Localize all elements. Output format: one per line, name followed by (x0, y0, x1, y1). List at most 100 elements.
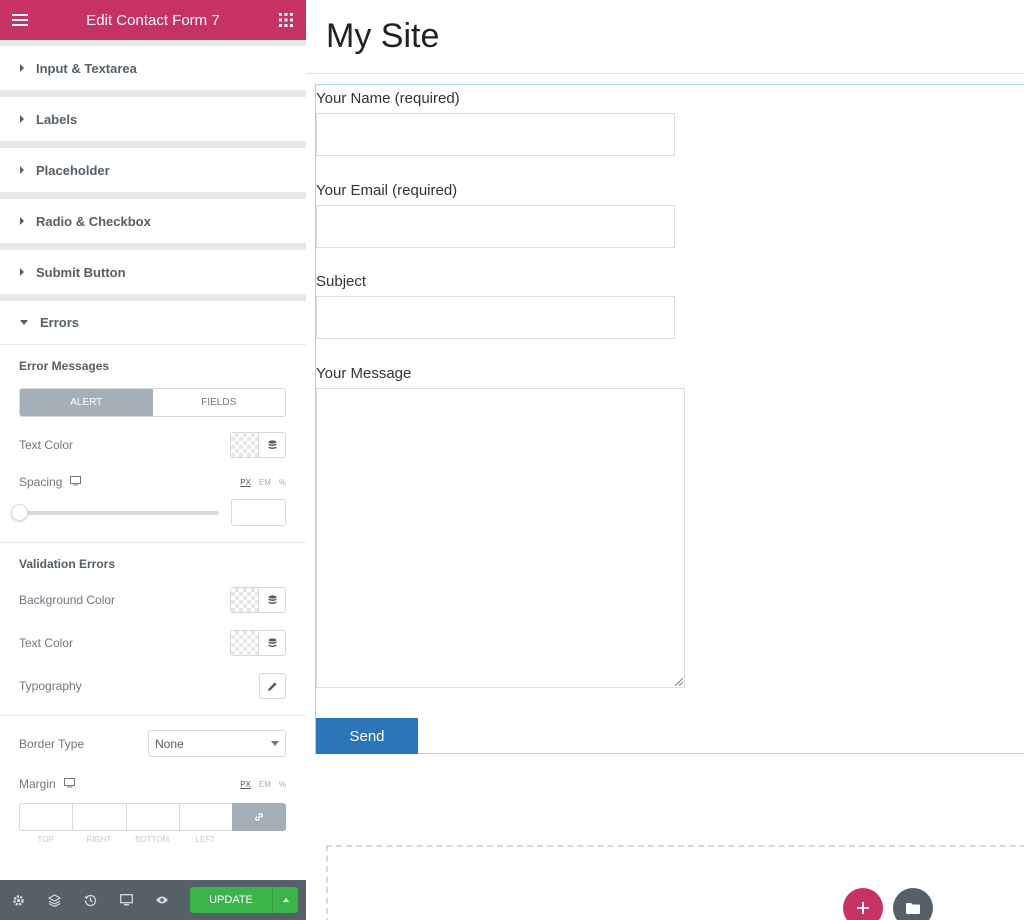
eye-icon[interactable] (154, 892, 170, 908)
text-color-picker (230, 432, 286, 458)
section-label: Labels (36, 111, 78, 127)
unit-em[interactable]: EM (259, 780, 271, 789)
unit-percent[interactable]: % (279, 780, 286, 789)
section-placeholder[interactable]: Placeholder (0, 148, 306, 192)
add-section-button[interactable] (843, 888, 883, 920)
error-messages-title: Error Messages (19, 359, 110, 373)
section-label: Radio & Checkbox (36, 213, 151, 229)
section-submit-button[interactable]: Submit Button (0, 250, 306, 294)
slider-handle[interactable] (11, 503, 28, 521)
dim-label-bottom: BOTTOM (135, 835, 170, 844)
spacing-label: Spacing (19, 475, 63, 489)
global-colors-icon[interactable] (259, 631, 285, 655)
spacing-input[interactable] (231, 499, 286, 526)
text-color-control: Text Color (0, 432, 306, 458)
typography-label: Typography (19, 679, 82, 693)
margin-right-input[interactable] (72, 803, 126, 831)
toggle-fields[interactable]: FIELDS (152, 389, 285, 416)
plus-icon (857, 902, 869, 914)
update-button[interactable]: UPDATE (190, 887, 272, 913)
unit-em[interactable]: EM (259, 478, 271, 487)
hamburger-menu-icon[interactable] (12, 12, 28, 28)
margin-top-input[interactable] (19, 803, 73, 831)
divider (0, 715, 306, 716)
margin-control: Margin PX EM % (0, 777, 306, 791)
send-button[interactable]: Send (316, 718, 418, 754)
color-swatch[interactable] (231, 631, 259, 655)
editor-panel: Edit Contact Form 7 Input & Textarea Lab… (0, 0, 306, 920)
history-icon[interactable] (82, 892, 98, 908)
layers-icon[interactable] (46, 892, 62, 908)
name-label: Your Name (required) (316, 90, 460, 107)
errors-section-body: Error Messages ALERT FIELDS Text Color S… (0, 345, 306, 920)
section-input-textarea[interactable]: Input & Textarea (0, 46, 306, 90)
responsive-icon[interactable] (118, 892, 134, 908)
margin-dimensions (19, 803, 286, 831)
global-colors-icon[interactable] (259, 588, 285, 612)
unit-percent[interactable]: % (279, 478, 286, 487)
dim-label-top: TOP (37, 835, 54, 844)
message-textarea[interactable] (316, 388, 685, 688)
spacing-slider[interactable] (11, 503, 219, 521)
name-field[interactable] (316, 113, 675, 156)
panel-footer: UPDATE (0, 880, 306, 920)
section-label: Submit Button (36, 264, 126, 280)
bg-color-control: Background Color (0, 587, 306, 613)
global-colors-icon[interactable] (259, 433, 285, 457)
validation-text-color-control: Text Color (0, 630, 306, 656)
toggle-alert[interactable]: ALERT (20, 389, 153, 416)
update-group: UPDATE (190, 887, 298, 913)
text-color-label: Text Color (19, 438, 74, 452)
resize-handle-icon[interactable] (675, 678, 683, 686)
save-options-button[interactable] (272, 887, 298, 913)
color-swatch[interactable] (231, 588, 259, 612)
unit-switcher: PX EM % (240, 780, 286, 789)
message-label: Your Message (316, 365, 412, 382)
unit-px[interactable]: PX (240, 478, 251, 487)
spacing-slider-row (0, 499, 306, 526)
border-type-select[interactable]: None (148, 730, 286, 757)
bg-color-label: Background Color (19, 593, 116, 607)
section-radio-checkbox[interactable]: Radio & Checkbox (0, 199, 306, 243)
email-field[interactable] (316, 205, 675, 248)
typography-control: Typography (0, 673, 306, 699)
widgets-grid-icon[interactable] (278, 12, 294, 28)
unit-px[interactable]: PX (240, 780, 251, 789)
site-title[interactable]: My Site (326, 17, 439, 56)
text-color-label: Text Color (19, 636, 74, 650)
spacing-control: Spacing PX EM % (0, 475, 306, 489)
caret-right-icon (20, 115, 24, 123)
validation-text-color-picker (230, 630, 286, 656)
panel-header: Edit Contact Form 7 (0, 0, 306, 40)
chevron-down-icon (271, 741, 279, 746)
caret-right-icon (20, 217, 24, 225)
caret-up-icon (282, 898, 289, 902)
caret-right-icon (20, 64, 24, 72)
dim-label-right: RIGHT (86, 835, 112, 844)
margin-left-input[interactable] (178, 803, 232, 831)
add-template-button[interactable] (893, 888, 933, 920)
email-label: Your Email (required) (316, 182, 458, 199)
panel-title: Edit Contact Form 7 (86, 11, 220, 29)
section-errors[interactable]: Errors (0, 301, 306, 345)
margin-dimension-labels: TOP RIGHT BOTTOM LEFT (19, 835, 232, 844)
border-type-label: Border Type (19, 736, 85, 751)
gear-icon[interactable] (10, 892, 26, 908)
margin-label: Margin (19, 777, 56, 791)
validation-errors-title: Validation Errors (19, 557, 116, 571)
border-type-value: None (155, 736, 184, 751)
unit-switcher: PX EM % (240, 478, 286, 487)
color-swatch[interactable] (231, 433, 259, 457)
desktop-responsive-icon[interactable] (63, 777, 75, 791)
caret-right-icon (20, 166, 24, 174)
folder-icon (906, 902, 920, 914)
contact-form-widget[interactable]: Your Name (required) Your Email (require… (315, 84, 1024, 754)
caret-down-icon (20, 320, 28, 325)
section-labels[interactable]: Labels (0, 97, 306, 141)
edit-pencil-icon[interactable] (259, 673, 286, 699)
subject-field[interactable] (316, 296, 675, 339)
margin-bottom-input[interactable] (125, 803, 179, 831)
caret-right-icon (20, 268, 24, 276)
link-icon[interactable] (232, 803, 286, 831)
desktop-responsive-icon[interactable] (70, 475, 82, 489)
